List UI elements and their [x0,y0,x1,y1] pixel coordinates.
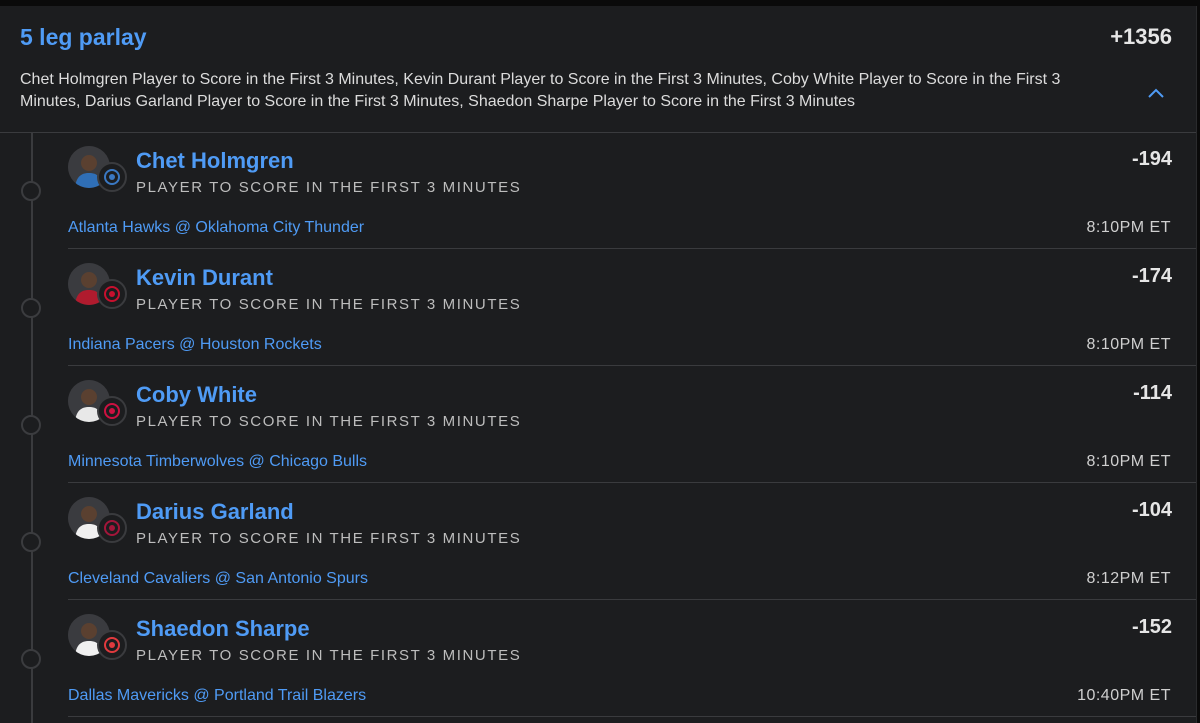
game-time: 8:10PM ET [1086,453,1171,470]
leg-status-dot [21,532,41,552]
parlay-title: 5 leg parlay [20,24,147,50]
player-name[interactable]: Kevin Durant [136,265,273,291]
leg-status-dot [21,298,41,318]
leg-odds: -174 [1131,265,1172,287]
game-matchup[interactable]: Cleveland Cavaliers @ San Antonio Spurs [68,570,368,588]
leg-row[interactable]: Chet Holmgren PLAYER TO SCORE IN THE FIR… [0,132,1196,249]
game-matchup[interactable]: Minnesota Timberwolves @ Chicago Bulls [68,453,367,471]
parlay-odds: +1356 [1110,24,1172,49]
game-time: 8:10PM ET [1086,336,1171,353]
leg-divider [68,716,1196,717]
player-name[interactable]: Darius Garland [136,499,294,525]
leg-status-dot [21,181,41,201]
leg-odds: -104 [1131,499,1172,521]
game-matchup[interactable]: Indiana Pacers @ Houston Rockets [68,336,322,354]
leg-odds: -194 [1131,148,1172,170]
bulls-logo-icon [97,396,127,426]
rockets-logo-icon [97,279,127,309]
market-label: PLAYER TO SCORE IN THE FIRST 3 MINUTES [136,647,522,664]
game-matchup[interactable]: Dallas Mavericks @ Portland Trail Blazer… [68,687,366,705]
market-label: PLAYER TO SCORE IN THE FIRST 3 MINUTES [136,530,522,547]
thunder-logo-icon [97,162,127,192]
player-name[interactable]: Coby White [136,382,257,408]
leg-status-dot [21,649,41,669]
game-time: 10:40PM ET [1077,687,1171,704]
market-label: PLAYER TO SCORE IN THE FIRST 3 MINUTES [136,179,522,196]
parlay-header[interactable]: 5 leg parlay +1356 Chet Holmgren Player … [0,6,1196,133]
player-name[interactable]: Chet Holmgren [136,148,294,174]
market-label: PLAYER TO SCORE IN THE FIRST 3 MINUTES [136,296,522,313]
player-name[interactable]: Shaedon Sharpe [136,616,310,642]
market-label: PLAYER TO SCORE IN THE FIRST 3 MINUTES [136,413,522,430]
leg-row[interactable]: Coby White PLAYER TO SCORE IN THE FIRST … [0,366,1196,483]
leg-row[interactable]: Shaedon Sharpe PLAYER TO SCORE IN THE FI… [0,600,1196,717]
cavaliers-logo-icon [97,513,127,543]
leg-row[interactable]: Darius Garland PLAYER TO SCORE IN THE FI… [0,483,1196,600]
game-time: 8:10PM ET [1086,219,1171,236]
chevron-up-icon[interactable] [1146,84,1166,104]
leg-odds: -114 [1133,382,1172,404]
leg-row[interactable]: Kevin Durant PLAYER TO SCORE IN THE FIRS… [0,249,1196,366]
leg-status-dot [21,415,41,435]
parlay-description: Chet Holmgren Player to Score in the Fir… [20,71,1061,110]
game-time: 8:12PM ET [1086,570,1171,587]
leg-odds: -152 [1131,616,1172,638]
parlay-card: 5 leg parlay +1356 Chet Holmgren Player … [0,6,1197,723]
trail-blazers-logo-icon [97,630,127,660]
game-matchup[interactable]: Atlanta Hawks @ Oklahoma City Thunder [68,219,364,237]
